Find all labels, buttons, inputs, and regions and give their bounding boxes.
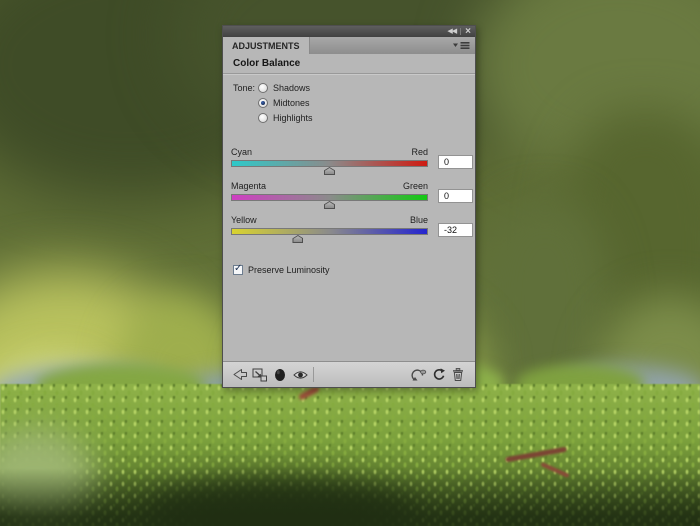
slider-label-right: Green	[403, 181, 428, 192]
radio-label: Highlights	[273, 113, 313, 123]
panel-content: Color Balance Tone: Shadows Midtones Hig…	[223, 54, 475, 361]
checkbox-label: Preserve Luminosity	[248, 265, 330, 275]
tone-label: Tone:	[233, 83, 255, 93]
view-previous-state-icon[interactable]	[408, 366, 428, 384]
slider-yellow-blue: Yellow Blue	[231, 215, 428, 245]
panel-tab-row: ADJUSTMENTS	[223, 37, 475, 54]
preserve-luminosity-checkbox[interactable]: ✓	[233, 265, 243, 275]
preserve-luminosity-row[interactable]: ✓ Preserve Luminosity	[233, 265, 330, 275]
slider-label-left: Cyan	[231, 147, 252, 158]
slider-cyan-red: Cyan Red	[231, 147, 428, 177]
slider-track[interactable]	[231, 160, 428, 167]
slider-label-right: Blue	[410, 215, 428, 226]
slider-label-right: Red	[411, 147, 428, 158]
delete-trash-icon[interactable]	[448, 366, 468, 384]
adjustments-panel: ◀◀ × ADJUSTMENTS Color Balance Tone: S	[222, 25, 476, 388]
page-title: Color Balance	[233, 58, 300, 69]
slider-track[interactable]	[231, 228, 428, 235]
slider-track[interactable]	[231, 194, 428, 201]
screen: ◀◀ × ADJUSTMENTS Color Balance Tone: S	[0, 0, 700, 526]
radio-midtones[interactable]: Midtones	[258, 97, 310, 108]
clip-to-layer-icon[interactable]	[250, 366, 270, 384]
collapse-to-icons-button[interactable]: ◀◀	[447, 28, 456, 35]
adjustment-circle-icon[interactable]	[270, 366, 290, 384]
divider	[223, 73, 475, 75]
slider-value-input[interactable]	[438, 155, 473, 169]
slider-thumb[interactable]	[324, 167, 335, 175]
slider-label-left: Yellow	[231, 215, 257, 226]
slider-thumb[interactable]	[292, 235, 303, 243]
slider-value-input[interactable]	[438, 223, 473, 237]
radio-button[interactable]	[258, 83, 268, 93]
slider-thumb[interactable]	[324, 201, 335, 209]
topbar-divider	[460, 28, 461, 35]
radio-button[interactable]	[258, 113, 268, 123]
slider-magenta-green: Magenta Green	[231, 181, 428, 211]
slider-value-input[interactable]	[438, 189, 473, 203]
radio-shadows[interactable]: Shadows	[258, 82, 310, 93]
return-arrow-icon[interactable]	[230, 366, 250, 384]
panel-menu-icon[interactable]	[453, 41, 470, 52]
panel-topbar: ◀◀ ×	[223, 26, 475, 37]
radio-label: Shadows	[273, 83, 310, 93]
toolbar-divider	[313, 367, 314, 382]
radio-label: Midtones	[273, 98, 310, 108]
tab-adjustments[interactable]: ADJUSTMENTS	[223, 37, 310, 54]
close-panel-button[interactable]: ×	[465, 28, 471, 36]
toggle-visibility-eye-icon[interactable]	[290, 366, 310, 384]
radio-highlights[interactable]: Highlights	[258, 112, 313, 123]
radio-button[interactable]	[258, 98, 268, 108]
slider-label-left: Magenta	[231, 181, 266, 192]
panel-toolbar	[223, 361, 475, 387]
reset-icon[interactable]	[428, 366, 448, 384]
photo-shadow	[0, 468, 700, 526]
